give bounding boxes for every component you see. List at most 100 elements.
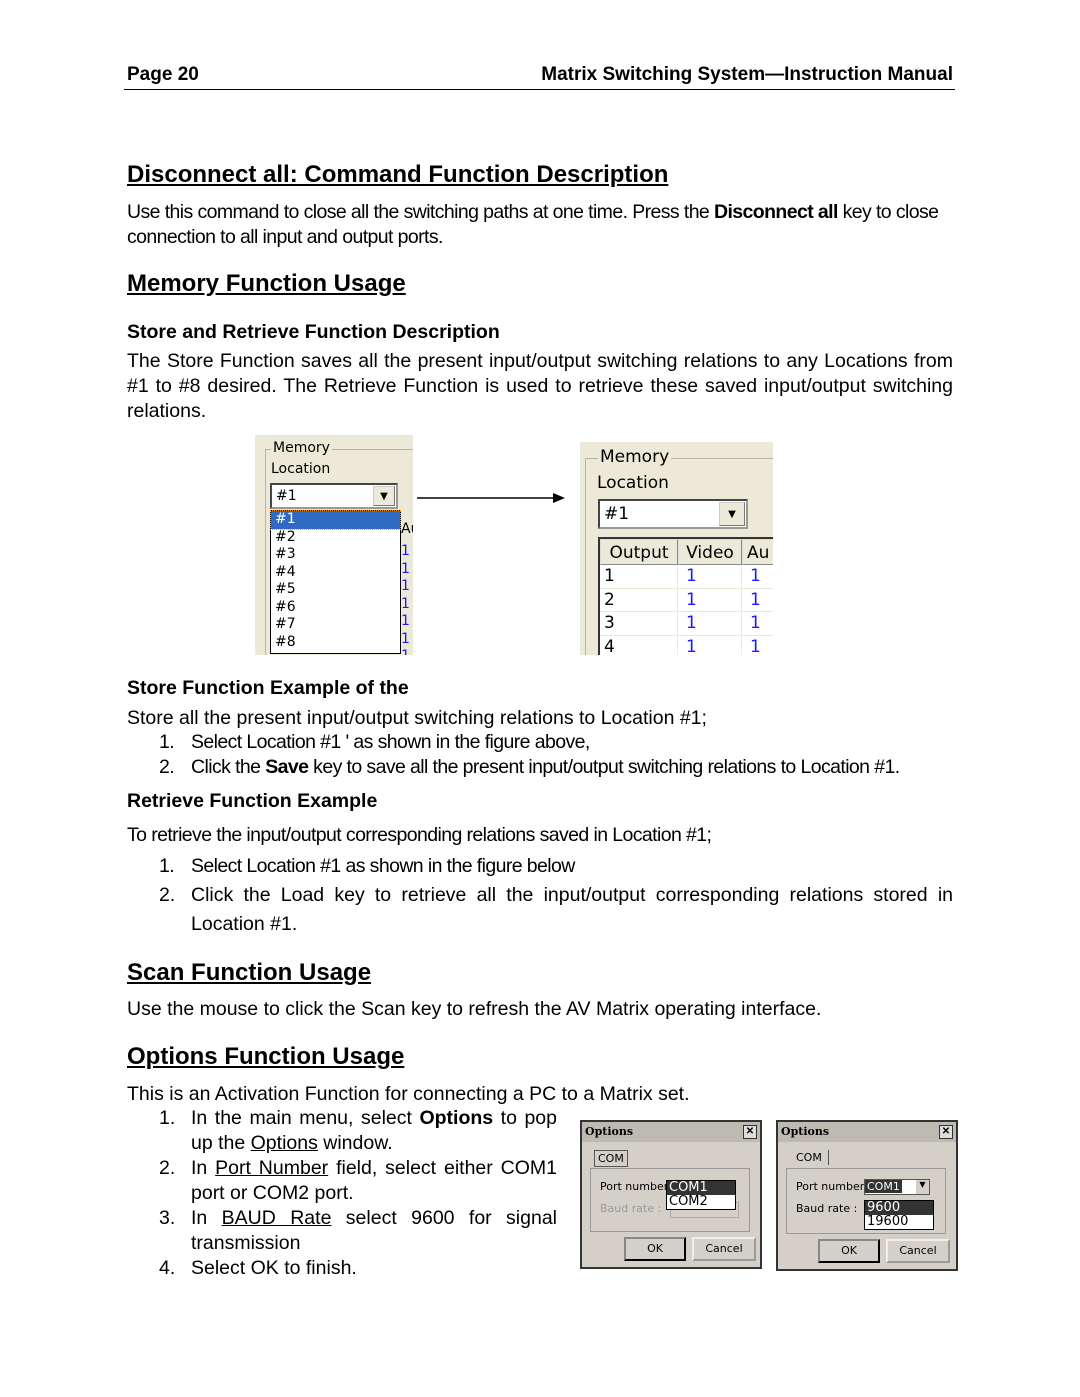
close-icon[interactable]: ✕ bbox=[939, 1125, 953, 1139]
subheading-store-example: Store Function Example of the bbox=[127, 677, 409, 699]
column-header-partial: Au bbox=[401, 521, 413, 537]
options-steps: 1. In the main menu, select Options to po… bbox=[127, 1106, 557, 1281]
num: 2. bbox=[159, 884, 176, 906]
port-combo[interactable]: COM1 ▼ bbox=[864, 1179, 930, 1195]
list-item[interactable]: #5 bbox=[271, 581, 400, 599]
dialog-titlebar: Options ✕ bbox=[582, 1122, 760, 1142]
manual-page: Page 20 Matrix Switching System—Instruct… bbox=[0, 0, 1080, 1397]
text: In the main menu, select bbox=[191, 1107, 420, 1129]
options-dialog-port: Options✕ COM Port number : Baud rate : 9… bbox=[580, 1120, 762, 1269]
chevron-down-icon[interactable]: ▼ bbox=[719, 502, 745, 526]
column-header: Output bbox=[600, 539, 678, 565]
list-item[interactable]: 9600 bbox=[865, 1201, 933, 1215]
list-item[interactable]: COM1 bbox=[667, 1181, 735, 1195]
table-row: 111 bbox=[600, 565, 773, 589]
baud-label: Baud rate : bbox=[600, 1202, 662, 1215]
cell: 1 bbox=[401, 595, 410, 612]
heading-scan: Scan Function Usage bbox=[127, 959, 372, 986]
cell: 1 bbox=[401, 543, 410, 559]
list-item: 1. In the main menu, select Options to po… bbox=[127, 1106, 557, 1156]
cell: 1 bbox=[401, 578, 410, 594]
options-intro: This is an Activation Function for conne… bbox=[127, 1083, 690, 1105]
close-icon[interactable]: ✕ bbox=[743, 1125, 757, 1139]
table-row: 311 bbox=[600, 612, 773, 636]
cancel-button[interactable]: Cancel bbox=[692, 1237, 756, 1261]
num: 1. bbox=[159, 1107, 176, 1129]
list-item: 2. Click the Load key to retrieve all the… bbox=[127, 881, 953, 939]
cells-partial: 1111111 bbox=[401, 543, 410, 655]
underlined-text: Options bbox=[250, 1132, 318, 1154]
disconnect-body: Use this command to close all the switch… bbox=[127, 200, 953, 250]
table-row: 411 bbox=[600, 635, 773, 656]
port-label: Port number : bbox=[796, 1180, 872, 1193]
arrow-icon bbox=[417, 493, 565, 503]
location-combo[interactable]: #1 ▼ bbox=[598, 499, 748, 529]
chevron-down-icon[interactable]: ▼ bbox=[373, 486, 395, 506]
bold-text: Options bbox=[419, 1107, 494, 1129]
table-cell: 3 bbox=[600, 612, 678, 635]
baud-dropdown-list[interactable]: 9600 19600 bbox=[864, 1200, 934, 1230]
combo-value: #1 bbox=[276, 488, 297, 504]
table-cell: 1 bbox=[678, 565, 742, 588]
table-cell: 1 bbox=[678, 635, 742, 655]
heading-disconnect-all: Disconnect all: Command Function Descrip… bbox=[127, 161, 669, 188]
retrieve-intro: To retrieve the input/output correspondi… bbox=[127, 824, 712, 846]
manual-title: Matrix Switching System—Instruction Manu… bbox=[541, 64, 953, 85]
table-row: 211 bbox=[600, 588, 773, 612]
list-item[interactable]: 19600 bbox=[865, 1215, 933, 1229]
list-item: 4. Select OK to finish. bbox=[127, 1256, 557, 1281]
text: In bbox=[191, 1207, 222, 1229]
column-header: Au bbox=[742, 539, 773, 565]
options-dialog-baud: Options ✕ COM Port number : Baud rate : C… bbox=[776, 1120, 958, 1271]
location-combo[interactable]: #1 ▼ bbox=[270, 483, 398, 509]
ok-button[interactable]: OK bbox=[818, 1239, 880, 1263]
subheading-retrieve-example: Retrieve Function Example bbox=[127, 790, 378, 812]
text: Click the Load key to retrieve all the i… bbox=[191, 884, 953, 935]
num: 3. bbox=[159, 1207, 176, 1229]
port-dropdown-list[interactable]: COM1 COM2 bbox=[666, 1180, 736, 1210]
cell: 1 bbox=[401, 648, 410, 655]
list-item[interactable]: #6 bbox=[271, 599, 400, 617]
location-label: Location bbox=[597, 473, 669, 493]
list-item: 2. In Port Number field, select either CO… bbox=[127, 1156, 557, 1206]
group-label: Memory bbox=[598, 447, 672, 467]
list-item[interactable]: COM2 bbox=[667, 1195, 735, 1209]
text: Select Location #1 as shown in the figur… bbox=[191, 855, 575, 877]
tab-com[interactable]: COM bbox=[790, 1150, 829, 1165]
list-item[interactable]: #2 bbox=[271, 529, 400, 547]
location-list[interactable]: #1 #2 #3 #4 #5 #6 #7 #8 bbox=[270, 510, 401, 654]
table-header: Output Video Au bbox=[600, 539, 773, 565]
store-intro: Store all the present input/output switc… bbox=[127, 707, 707, 729]
bold-text: Save bbox=[265, 756, 309, 778]
table-cell: 1 bbox=[742, 589, 773, 612]
dialog-title: Options bbox=[585, 1125, 634, 1138]
column-header: Video bbox=[678, 539, 742, 565]
table-cell: 1 bbox=[742, 636, 773, 656]
memory-body: The Store Function saves all the present… bbox=[127, 350, 953, 422]
bold-text: Disconnect all bbox=[714, 201, 838, 223]
cell: 1 bbox=[401, 560, 410, 577]
heading-options: Options Function Usage bbox=[127, 1043, 405, 1070]
text: Use this command to close all the switch… bbox=[127, 201, 714, 223]
memory-location-table-figure: Memory Location #1 ▼ Output Video Au 1112… bbox=[580, 442, 773, 655]
table-cell: 1 bbox=[678, 612, 742, 635]
dialog-title: Options bbox=[781, 1125, 830, 1138]
list-item[interactable]: #4 bbox=[271, 564, 400, 582]
cancel-button[interactable]: Cancel bbox=[886, 1239, 950, 1263]
group-label: Memory bbox=[271, 440, 332, 456]
list-item[interactable]: #7 bbox=[271, 616, 400, 634]
combo-value: #1 bbox=[604, 504, 630, 524]
memory-table: Output Video Au 111211311411 bbox=[598, 537, 773, 655]
list-item[interactable]: #3 bbox=[271, 546, 400, 564]
subheading-store-retrieve: Store and Retrieve Function Description bbox=[127, 321, 500, 343]
list-item[interactable]: #1 bbox=[270, 510, 401, 530]
list-item: 1. Select Location #1 as shown in the fig… bbox=[127, 852, 953, 881]
ok-button[interactable]: OK bbox=[624, 1237, 686, 1261]
list-item[interactable]: #8 bbox=[271, 634, 400, 652]
scan-body: Use the mouse to click the Scan key to r… bbox=[127, 998, 822, 1020]
tab-com[interactable]: COM bbox=[594, 1150, 628, 1167]
table-cell: 1 bbox=[678, 588, 742, 611]
table-cell: 1 bbox=[600, 565, 678, 588]
chevron-down-icon[interactable]: ▼ bbox=[916, 1180, 929, 1194]
header-rule bbox=[124, 89, 955, 90]
